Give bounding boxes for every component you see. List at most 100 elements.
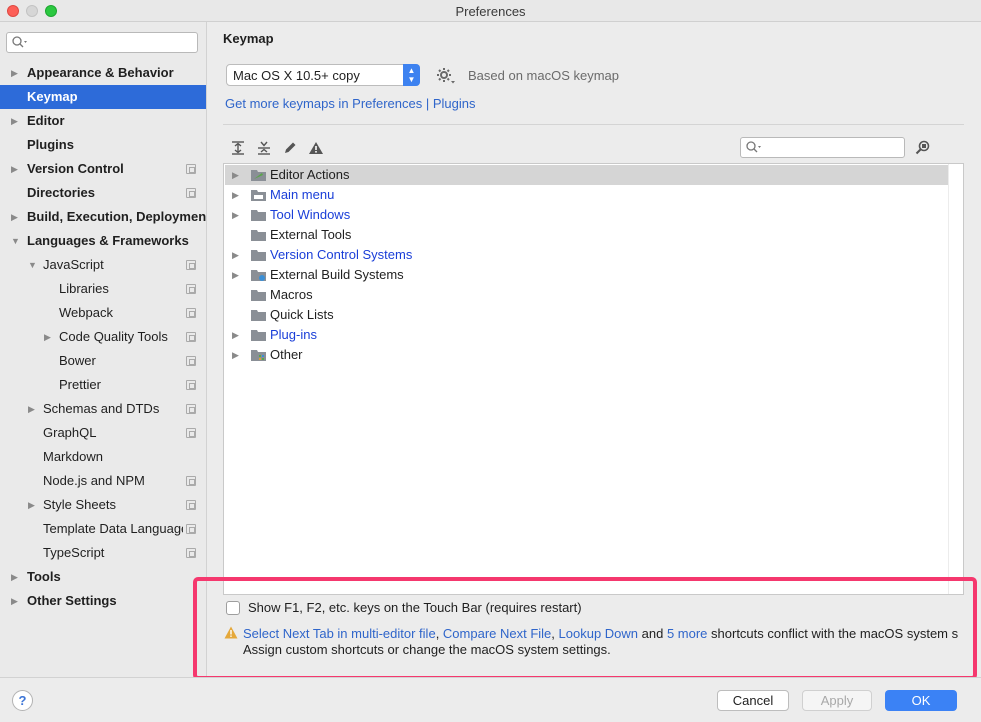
expand-arrow-icon[interactable]: ▶	[11, 109, 18, 133]
window-title: Preferences	[455, 4, 526, 19]
project-settings-icon	[186, 548, 196, 558]
dialog-footer: ? Cancel Apply OK	[0, 677, 981, 722]
folder-grid-icon	[251, 350, 266, 361]
search-icon	[746, 141, 761, 153]
collapse-arrow-icon[interactable]: ▼	[11, 229, 20, 253]
project-settings-icon	[186, 356, 196, 366]
folder-icon	[251, 170, 266, 181]
sidebar-item-other-settings[interactable]: ▶ Other Settings	[0, 589, 206, 613]
collapse-arrow-icon[interactable]: ▼	[28, 253, 37, 277]
tree-row-quick-lists[interactable]: Quick Lists	[225, 305, 949, 325]
tree-row-editor-actions[interactable]: ▶ Editor Actions	[225, 165, 949, 185]
get-more-keymaps-link[interactable]: Get more keymaps in Preferences | Plugin…	[225, 96, 476, 111]
sidebar-item-webpack[interactable]: Webpack	[0, 301, 206, 325]
sidebar-item-template-data-languages[interactable]: Template Data Languages	[0, 517, 206, 541]
sidebar-item-build-execution-deployment[interactable]: ▶ Build, Execution, Deployment	[0, 205, 206, 229]
sidebar-item-tools[interactable]: ▶ Tools	[0, 565, 206, 589]
project-settings-icon	[186, 308, 196, 318]
sidebar-item-style-sheets[interactable]: ▶ Style Sheets	[0, 493, 206, 517]
sidebar-item-languages-frameworks[interactable]: ▼ Languages & Frameworks	[0, 229, 206, 253]
highlight-annotation-box	[193, 577, 977, 680]
tree-row-tool-windows[interactable]: ▶ Tool Windows	[225, 205, 949, 225]
project-settings-icon	[186, 332, 196, 342]
expand-arrow-icon[interactable]: ▶	[232, 265, 239, 285]
sidebar-item-editor[interactable]: ▶ Editor	[0, 109, 206, 133]
project-settings-icon	[186, 524, 196, 534]
project-settings-icon	[186, 404, 196, 414]
folder-gear-icon	[251, 270, 266, 281]
tree-row-version-control-systems[interactable]: ▶ Version Control Systems	[225, 245, 949, 265]
tree-scrollbar[interactable]	[948, 164, 963, 594]
select-stepper-icon[interactable]: ▲ ▼	[403, 64, 420, 86]
keymap-actions-tree[interactable]: ▶ Editor Actions ▶ Main menu ▶ Tool Wind…	[223, 163, 964, 595]
expand-arrow-icon[interactable]: ▶	[11, 589, 18, 613]
sidebar-item-keymap[interactable]: Keymap	[0, 85, 206, 109]
keymap-search-input[interactable]	[740, 137, 905, 158]
folder-icon	[251, 290, 266, 301]
preferences-window: Preferences ▶ Appearance & Behavior Keym…	[0, 0, 981, 722]
page-title: Keymap	[223, 31, 274, 46]
project-settings-icon	[186, 164, 196, 174]
keymap-select-value: Mac OS X 10.5+ copy	[233, 68, 360, 83]
sidebar-item-plugins[interactable]: Plugins	[0, 133, 206, 157]
project-settings-icon	[186, 428, 196, 438]
sidebar-item-schemas-dtds[interactable]: ▶ Schemas and DTDs	[0, 397, 206, 421]
apply-button[interactable]: Apply	[802, 690, 872, 711]
cancel-button[interactable]: Cancel	[717, 690, 789, 711]
tree-row-plug-ins[interactable]: ▶ Plug-ins	[225, 325, 949, 345]
project-settings-icon	[186, 476, 196, 486]
tree-row-other[interactable]: ▶ Other	[225, 345, 949, 365]
sidebar-item-graphql[interactable]: GraphQL	[0, 421, 206, 445]
sidebar-item-nodejs-npm[interactable]: Node.js and NPM	[0, 469, 206, 493]
folder-icon	[251, 330, 266, 341]
expand-arrow-icon[interactable]: ▶	[11, 61, 18, 85]
find-by-shortcut-icon[interactable]	[914, 139, 932, 157]
settings-sidebar: ▶ Appearance & Behavior Keymap ▶ Editor …	[0, 22, 207, 677]
tree-row-external-build-systems[interactable]: ▶ External Build Systems	[225, 265, 949, 285]
expand-arrow-icon[interactable]: ▶	[11, 205, 18, 229]
expand-all-icon[interactable]	[229, 139, 247, 157]
project-settings-icon	[186, 188, 196, 198]
sidebar-item-javascript[interactable]: ▼ JavaScript	[0, 253, 206, 277]
sidebar-item-directories[interactable]: Directories	[0, 181, 206, 205]
expand-arrow-icon[interactable]: ▶	[232, 165, 239, 185]
gear-icon[interactable]	[436, 67, 456, 85]
edit-pencil-icon[interactable]	[281, 139, 299, 157]
warning-conflicts-icon[interactable]	[307, 139, 325, 157]
help-button[interactable]: ?	[12, 690, 33, 711]
expand-arrow-icon[interactable]: ▶	[232, 245, 239, 265]
folder-icon	[251, 250, 266, 261]
sidebar-item-appearance-behavior[interactable]: ▶ Appearance & Behavior	[0, 61, 206, 85]
expand-arrow-icon[interactable]: ▶	[11, 157, 18, 181]
folder-icon	[251, 310, 266, 321]
sidebar-item-libraries[interactable]: Libraries	[0, 277, 206, 301]
keymap-select[interactable]: Mac OS X 10.5+ copy ▲ ▼	[226, 64, 420, 86]
based-on-label: Based on macOS keymap	[468, 68, 620, 83]
search-icon	[12, 36, 27, 48]
tree-row-external-tools[interactable]: External Tools	[225, 225, 949, 245]
folder-icon	[251, 190, 266, 201]
tree-row-macros[interactable]: Macros	[225, 285, 949, 305]
folder-icon	[251, 230, 266, 241]
expand-arrow-icon[interactable]: ▶	[232, 345, 239, 365]
expand-arrow-icon[interactable]: ▶	[232, 185, 239, 205]
sidebar-item-bower[interactable]: Bower	[0, 349, 206, 373]
sidebar-item-prettier[interactable]: Prettier	[0, 373, 206, 397]
expand-arrow-icon[interactable]: ▶	[232, 205, 239, 225]
expand-arrow-icon[interactable]: ▶	[28, 493, 35, 517]
expand-arrow-icon[interactable]: ▶	[44, 325, 51, 349]
sidebar-item-markdown[interactable]: Markdown	[0, 445, 206, 469]
sidebar-item-typescript[interactable]: TypeScript	[0, 541, 206, 565]
settings-search-input[interactable]	[6, 32, 198, 53]
tree-row-main-menu[interactable]: ▶ Main menu	[225, 185, 949, 205]
project-settings-icon	[186, 260, 196, 270]
collapse-all-icon[interactable]	[255, 139, 273, 157]
sidebar-item-version-control[interactable]: ▶ Version Control	[0, 157, 206, 181]
title-bar: Preferences	[0, 0, 981, 22]
project-settings-icon	[186, 500, 196, 510]
sidebar-item-code-quality-tools[interactable]: ▶ Code Quality Tools	[0, 325, 206, 349]
expand-arrow-icon[interactable]: ▶	[11, 565, 18, 589]
expand-arrow-icon[interactable]: ▶	[28, 397, 35, 421]
ok-button[interactable]: OK	[885, 690, 957, 711]
expand-arrow-icon[interactable]: ▶	[232, 325, 239, 345]
